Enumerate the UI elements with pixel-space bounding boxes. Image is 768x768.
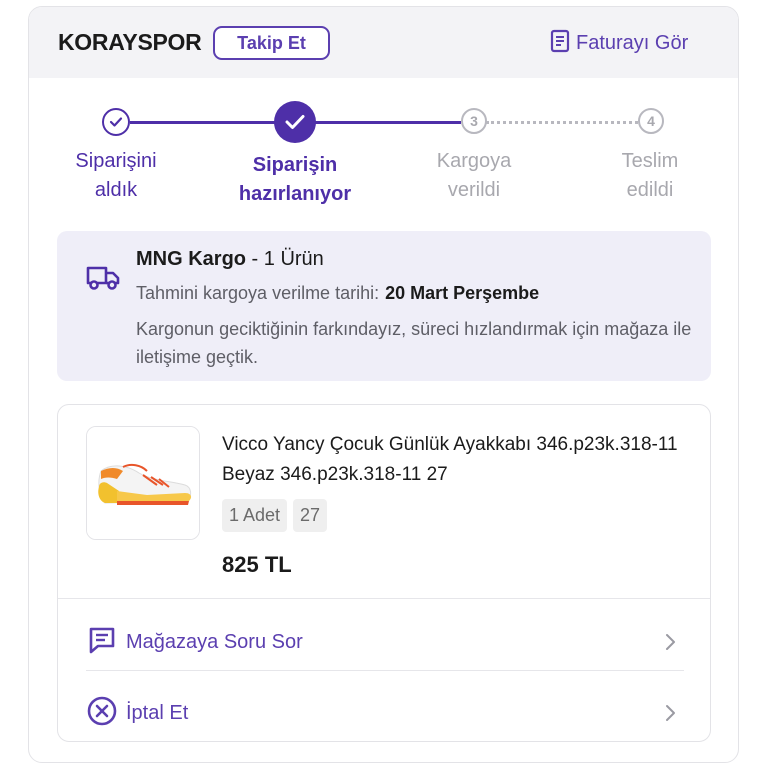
- quantity-badge: 1 Adet: [222, 499, 288, 532]
- chevron-right-icon: [664, 704, 676, 727]
- divider: [58, 598, 710, 599]
- step-1-label: Siparişini aldık: [51, 147, 181, 205]
- step-3-label-line2: verildi: [447, 179, 501, 201]
- follow-button[interactable]: Takip Et: [213, 26, 330, 60]
- carrier-line: MNG Kargo - 1 Ürün: [136, 248, 324, 271]
- step-4-number: 4: [638, 108, 664, 134]
- stepper-line-pending: [486, 121, 638, 124]
- sneaker-image: [87, 427, 199, 539]
- order-card: KORAYSPOR Takip Et Faturayı Gör 3 4 Sipa…: [28, 6, 739, 763]
- step-2-label-line2: hazırlanıyor: [238, 183, 352, 205]
- view-invoice-link[interactable]: Faturayı Gör: [550, 29, 688, 58]
- stepper-line-done: [130, 121, 275, 124]
- product-image[interactable]: [86, 426, 200, 540]
- cancel-order-button[interactable]: İptal Et: [86, 693, 684, 733]
- cancel-label: İptal Et: [126, 701, 189, 724]
- delay-note: Kargonun geciktiğinin farkındayız, sürec…: [136, 319, 692, 367]
- step-1-check-icon: [102, 108, 130, 136]
- product-title[interactable]: Vicco Yancy Çocuk Günlük Ayakkabı 346.p2…: [222, 430, 692, 490]
- estimate-line: Tahmini kargoya verilme tarihi: 20 Mart P…: [136, 283, 539, 304]
- truck-icon: [85, 262, 121, 297]
- step-1-label-line1: Siparişini: [75, 150, 157, 172]
- cancel-icon: [86, 695, 118, 732]
- step-3-number: 3: [461, 108, 487, 134]
- carrier-name: MNG Kargo: [136, 248, 246, 270]
- step-4-label-line2: edildi: [626, 179, 674, 201]
- shipment-info-box: MNG Kargo - 1 Ürün Tahmini kargoya veril…: [57, 231, 711, 381]
- step-3-label: Kargoya verildi: [409, 147, 539, 205]
- product-card: Vicco Yancy Çocuk Günlük Ayakkabı 346.p2…: [57, 404, 711, 742]
- product-attributes: 1 Adet 27: [222, 499, 328, 532]
- store-header: KORAYSPOR Takip Et Faturayı Gör: [29, 7, 738, 78]
- size-badge: 27: [293, 499, 328, 532]
- chevron-right-icon: [664, 633, 676, 656]
- ask-store-button[interactable]: Mağazaya Soru Sor: [86, 622, 684, 662]
- item-count: - 1 Ürün: [246, 248, 324, 270]
- step-4-label: Teslim edildi: [585, 147, 715, 205]
- estimate-date: 20 Mart Perşembe: [385, 283, 540, 303]
- step-2-label: Siparişin hazırlanıyor: [215, 151, 375, 209]
- step-1-label-line2: aldık: [94, 179, 138, 201]
- estimate-label: Tahmini kargoya verilme tarihi:: [136, 283, 380, 303]
- store-name[interactable]: KORAYSPOR: [58, 29, 202, 56]
- step-3-label-line1: Kargoya: [436, 150, 512, 172]
- step-2-check-icon: [274, 101, 316, 143]
- ask-store-label: Mağazaya Soru Sor: [126, 630, 303, 653]
- product-price: 825 TL: [222, 552, 292, 577]
- step-2-label-line1: Siparişin: [252, 154, 338, 176]
- chat-icon: [86, 624, 118, 661]
- document-icon: [550, 29, 570, 58]
- divider: [86, 670, 684, 671]
- view-invoice-label: Faturayı Gör: [576, 32, 689, 54]
- stepper-line-active: [315, 121, 461, 124]
- step-4-label-line1: Teslim: [621, 150, 679, 172]
